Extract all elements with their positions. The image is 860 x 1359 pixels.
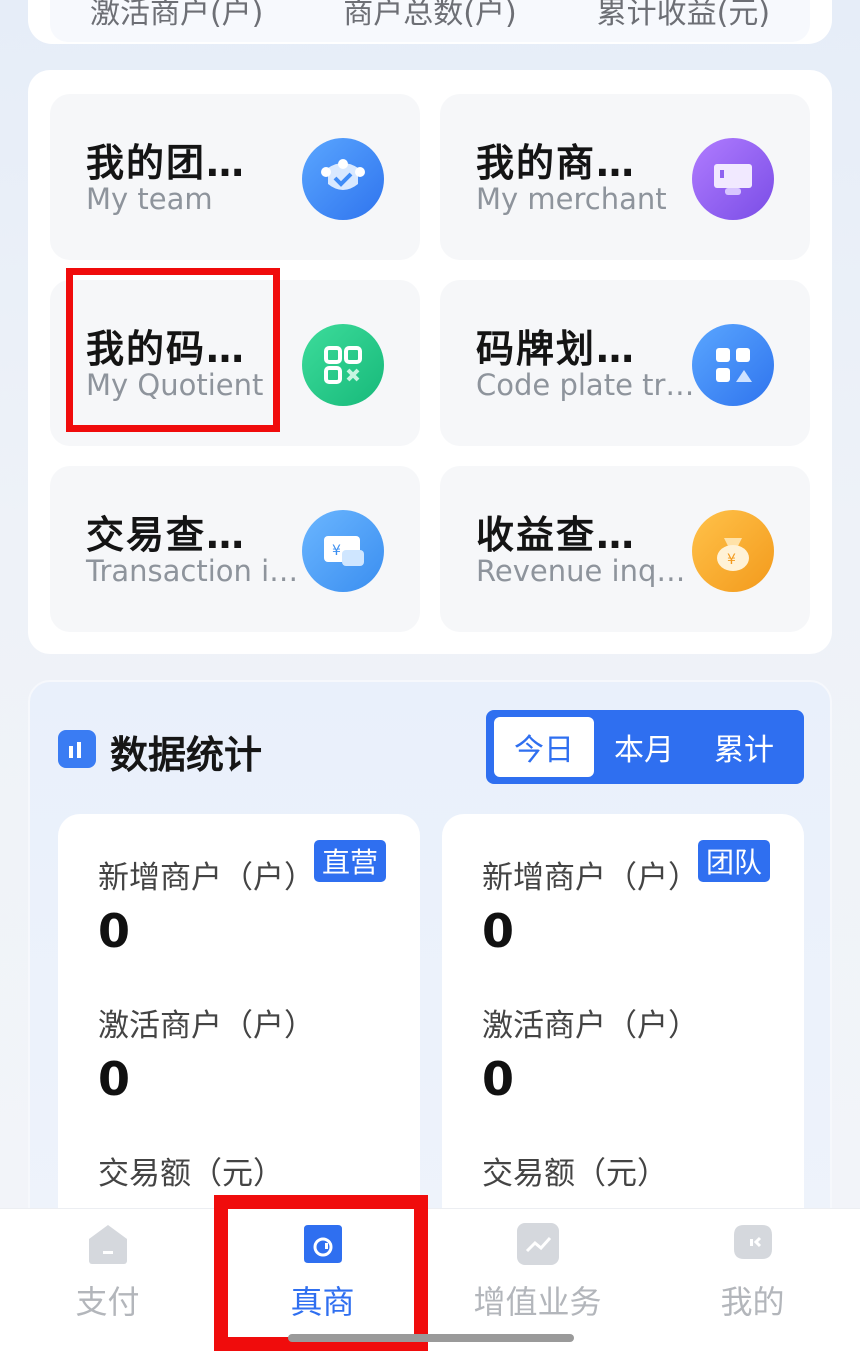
activated-merchants-label: 激活商户(户) xyxy=(89,0,264,31)
nav-label: 我的 xyxy=(720,1283,785,1321)
team-icon xyxy=(302,138,384,220)
direct-stats-panel: 新增商户（户） 直营 0 激活商户（户） 0 交易额（元） xyxy=(58,814,420,1274)
menu-subtitle: My merchant xyxy=(476,182,667,216)
nav-label: 增值业务 xyxy=(473,1283,602,1321)
menu-title: 我的码… xyxy=(86,327,247,371)
top-summary-row: 激活商户(户) 商户总数(户) 累计收益(元) xyxy=(50,0,810,42)
active-merchants-value: 0 xyxy=(98,1052,131,1106)
menu-subtitle: Revenue inq… xyxy=(476,554,686,588)
function-menu-card: 我的团… My team 我的商… My merchant 我的码… My Qu… xyxy=(28,70,832,654)
nav-item-mine[interactable]: 我的 xyxy=(645,1209,860,1359)
merchant-tab-icon xyxy=(300,1221,346,1267)
svg-text:¥: ¥ xyxy=(332,543,341,559)
period-tab-group: 今日 本月 累计 xyxy=(486,710,804,784)
transaction-amount-label: 交易额（元） xyxy=(98,1156,284,1192)
new-merchants-value: 0 xyxy=(98,904,131,958)
home-indicator xyxy=(288,1334,574,1342)
stats-title: 数据统计 xyxy=(110,733,263,777)
team-tag-badge: 团队 xyxy=(698,840,771,882)
menu-tile-transaction-inquiry[interactable]: 交易查… Transaction i… ¥ xyxy=(50,466,420,632)
merchant-icon xyxy=(692,138,774,220)
total-merchants-label: 商户总数(户) xyxy=(343,0,517,31)
menu-subtitle: Transaction i… xyxy=(86,554,299,588)
menu-title: 我的商… xyxy=(476,141,637,185)
menu-tile-code-plate-transfer[interactable]: 码牌划… Code plate tr… xyxy=(440,280,810,446)
nav-label: 支付 xyxy=(75,1283,140,1321)
active-merchants-value: 0 xyxy=(482,1052,515,1106)
cumulative-revenue-label: 累计收益(元) xyxy=(596,0,771,31)
new-merchants-label: 新增商户（户） xyxy=(482,860,699,896)
revenue-bag-icon: ¥ xyxy=(692,510,774,592)
transaction-amount-label: 交易额（元） xyxy=(482,1156,668,1192)
menu-title: 码牌划… xyxy=(476,327,637,371)
tab-this-month[interactable]: 本月 xyxy=(594,717,694,777)
menu-title: 交易查… xyxy=(86,513,247,557)
data-statistics-card: 数据统计 今日 本月 累计 新增商户（户） 直营 0 激活商户（户） 0 交易额… xyxy=(28,680,832,1274)
svg-text:¥: ¥ xyxy=(727,552,736,568)
code-plate-icon xyxy=(692,324,774,406)
menu-subtitle: My Quotient xyxy=(86,368,264,402)
tab-today[interactable]: 今日 xyxy=(494,717,594,777)
top-summary-card: 激活商户(户) 商户总数(户) 累计收益(元) xyxy=(28,0,832,44)
nav-label: 真商 xyxy=(290,1283,355,1321)
team-stats-panel: 新增商户（户） 团队 0 激活商户（户） 0 交易额（元） xyxy=(442,814,804,1274)
menu-title: 收益查… xyxy=(476,513,637,557)
menu-tile-revenue-inquiry[interactable]: 收益查… Revenue inq… ¥ xyxy=(440,466,810,632)
menu-title: 我的团… xyxy=(86,141,247,185)
qr-code-icon xyxy=(302,324,384,406)
profile-icon xyxy=(730,1221,776,1267)
active-merchants-label: 激活商户（户） xyxy=(482,1008,699,1044)
nav-item-pay[interactable]: 支付 xyxy=(0,1209,215,1359)
chart-icon xyxy=(515,1221,561,1267)
active-merchants-label: 激活商户（户） xyxy=(98,1008,315,1044)
tab-cumulative[interactable]: 累计 xyxy=(694,717,794,777)
bar-chart-icon xyxy=(58,730,96,768)
transaction-icon: ¥ xyxy=(302,510,384,592)
direct-tag-badge: 直营 xyxy=(314,840,387,882)
menu-tile-my-quotient[interactable]: 我的码… My Quotient xyxy=(50,280,420,446)
home-icon xyxy=(85,1221,131,1267)
menu-tile-my-team[interactable]: 我的团… My team xyxy=(50,94,420,260)
menu-subtitle: Code plate tr… xyxy=(476,368,695,402)
new-merchants-label: 新增商户（户） xyxy=(98,860,315,896)
new-merchants-value: 0 xyxy=(482,904,515,958)
menu-tile-my-merchant[interactable]: 我的商… My merchant xyxy=(440,94,810,260)
menu-subtitle: My team xyxy=(86,182,213,216)
